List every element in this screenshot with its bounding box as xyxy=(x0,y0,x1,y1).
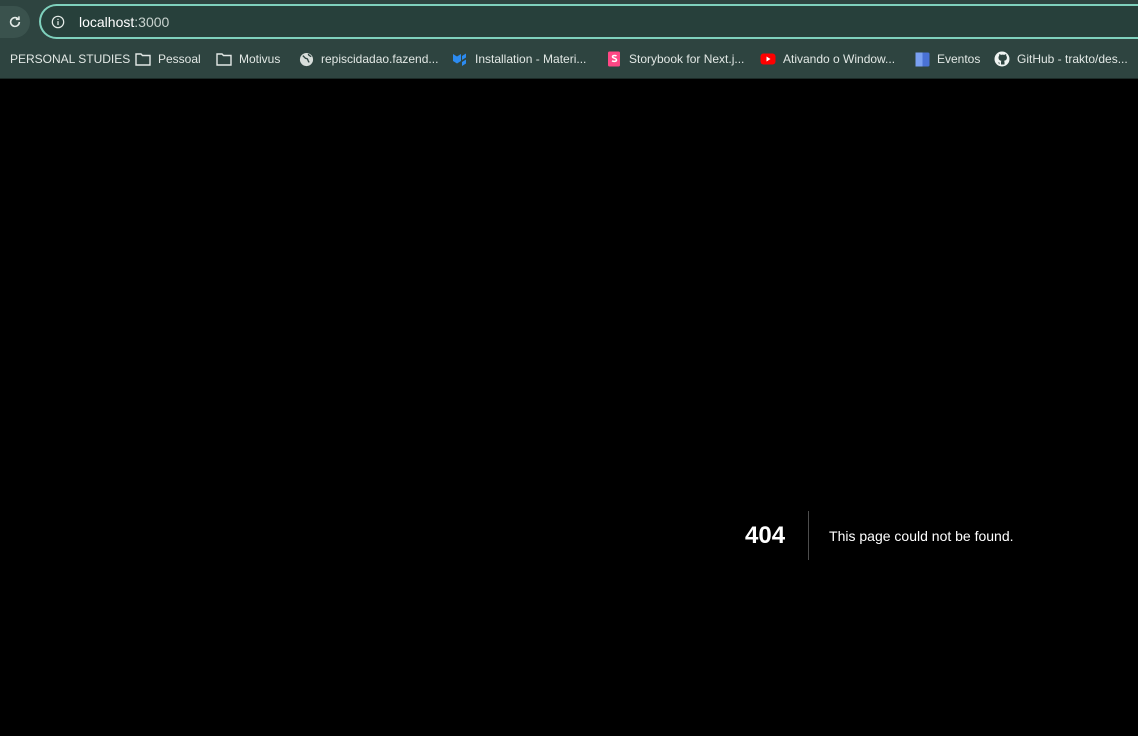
bookmark-ativando-windows[interactable]: Ativando o Window... xyxy=(760,44,895,74)
bookmark-label: repiscidadao.fazend... xyxy=(321,52,439,66)
bookmark-label: PERSONAL STUDIES xyxy=(10,52,131,66)
error-message: This page could not be found. xyxy=(829,527,1014,544)
bookmark-label: Storybook for Next.j... xyxy=(629,52,745,66)
calendar-icon xyxy=(914,51,930,67)
bookmark-installation-materi[interactable]: Installation - Materi... xyxy=(452,44,586,74)
github-logo-icon xyxy=(994,51,1010,67)
mui-logo-icon xyxy=(452,51,468,67)
bookmark-eventos[interactable]: Eventos xyxy=(914,44,980,74)
folder-icon xyxy=(216,51,232,67)
reload-icon xyxy=(9,16,21,28)
bookmark-pessoal[interactable]: Pessoal xyxy=(135,44,201,74)
bookmark-label: Installation - Materi... xyxy=(475,52,587,66)
bookmark-repiscidadao[interactable]: repiscidadao.fazend... xyxy=(298,44,438,74)
storybook-logo-icon xyxy=(606,51,622,67)
site-info-icon[interactable] xyxy=(51,15,65,29)
globe-icon xyxy=(298,51,314,67)
youtube-logo-icon xyxy=(760,51,776,67)
reload-button[interactable] xyxy=(0,6,30,38)
bookmark-storybook[interactable]: Storybook for Next.j... xyxy=(606,44,744,74)
folder-icon xyxy=(135,51,151,67)
bookmark-motivus[interactable]: Motivus xyxy=(216,44,280,74)
bookmark-label: Motivus xyxy=(239,52,281,66)
bookmark-label: GitHub - trakto/des... xyxy=(1017,52,1128,66)
bookmark-label: Pessoal xyxy=(158,52,201,66)
bookmark-label: Ativando o Window... xyxy=(783,52,896,66)
bookmark-label: Eventos xyxy=(937,52,981,66)
not-found-message: 404 This page could not be found. xyxy=(745,511,1014,560)
bookmark-github-trakto[interactable]: GitHub - trakto/des... xyxy=(994,44,1128,74)
url-text[interactable]: localhost:3000 xyxy=(79,14,169,30)
error-code: 404 xyxy=(745,511,810,560)
bookmarks-bar: PERSONAL STUDIES Pessoal Motivus repisci… xyxy=(0,44,1138,79)
browser-toolbar: localhost:3000 xyxy=(0,0,1138,44)
bookmark-personal-studies[interactable]: PERSONAL STUDIES xyxy=(10,44,130,74)
address-bar[interactable]: localhost:3000 xyxy=(39,4,1138,39)
